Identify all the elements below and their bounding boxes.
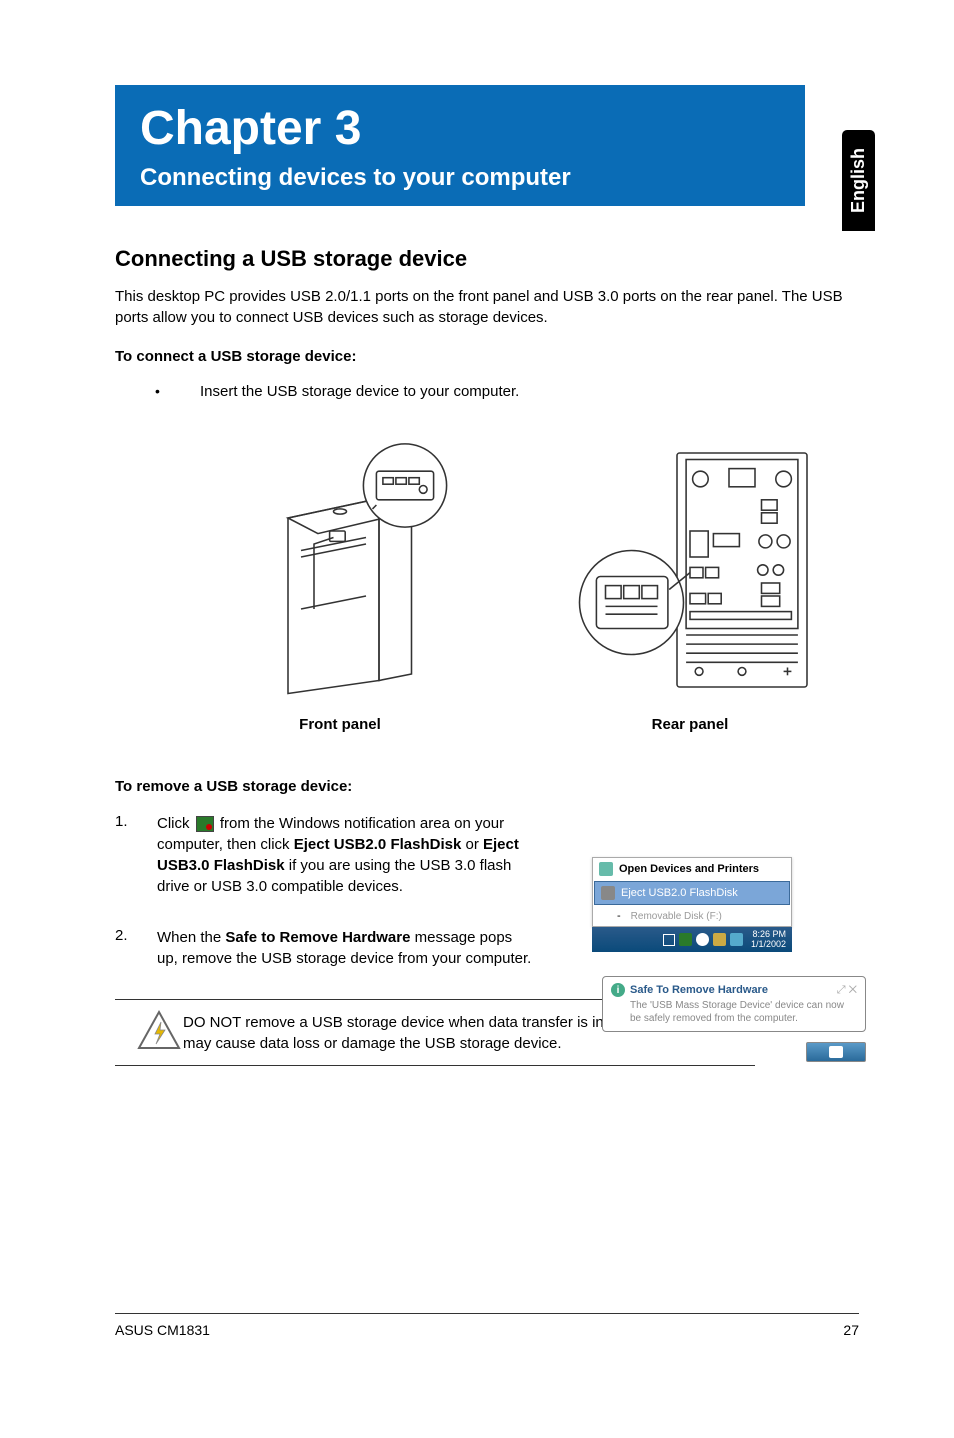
taskbar-volume-icon: [696, 933, 709, 946]
taskbar-clock: 8:26 PM 1/1/2002: [751, 930, 786, 950]
connect-bullet-list: Insert the USB storage device to your co…: [155, 383, 859, 400]
connect-heading: To connect a USB storage device:: [115, 348, 859, 365]
tray-eject-label: Eject USB2.0 FlashDisk: [621, 887, 738, 899]
balloon-title-row: i Safe To Remove Hardware: [611, 983, 768, 997]
step-2-text-a: When the: [157, 929, 225, 946]
section-title-connecting: Connecting a USB storage device: [115, 246, 859, 272]
taskbar-date: 1/1/2002: [751, 940, 786, 950]
taskbar-flag-icon: [713, 933, 726, 946]
tray-open-label: Open Devices and Printers: [619, 863, 759, 875]
step-1-text-c: or: [461, 836, 483, 853]
step-1-text-a: Click: [157, 815, 194, 832]
tray-open-devices: Open Devices and Printers: [593, 858, 791, 880]
connect-bullet-item: Insert the USB storage device to your co…: [155, 383, 859, 400]
step-1-number: 1.: [115, 813, 157, 897]
devices-printers-icon: [599, 862, 613, 876]
balloon-body: The 'USB Mass Storage Device' device can…: [611, 999, 857, 1025]
tray-removable-label: Removable Disk (F:): [627, 911, 722, 922]
step-2-content: When the Safe to Remove Hardware message…: [157, 927, 537, 969]
taskbar-remove-icon: [679, 933, 692, 946]
balloon-screenshot: i Safe To Remove Hardware ⤢ ✕ The 'USB M…: [602, 976, 866, 1032]
page-content: Chapter 3 Connecting devices to your com…: [0, 0, 954, 1066]
chapter-banner: Chapter 3 Connecting devices to your com…: [115, 85, 805, 206]
step-1-bold-1: Eject USB2.0 FlashDisk: [294, 836, 462, 853]
front-panel-figure: Front panel: [200, 430, 480, 733]
tray-popup: Open Devices and Printers Eject USB2.0 F…: [592, 857, 792, 927]
step-2-bold: Safe to Remove Hardware: [225, 929, 410, 946]
rear-panel-figure: Rear panel: [550, 430, 830, 733]
front-panel-image: [200, 430, 480, 710]
balloon-header: i Safe To Remove Hardware ⤢ ✕: [611, 983, 857, 997]
chapter-subtitle: Connecting devices to your computer: [140, 164, 780, 192]
panels-row: Front panel: [165, 430, 865, 733]
remove-heading: To remove a USB storage device:: [115, 778, 859, 795]
intro-text: This desktop PC provides USB 2.0/1.1 por…: [115, 286, 859, 328]
step-1-content: Click from the Windows notification area…: [157, 813, 537, 897]
tray-eject-row: Eject USB2.0 FlashDisk: [594, 881, 790, 905]
tray-screenshot: Open Devices and Printers Eject USB2.0 F…: [592, 857, 792, 952]
footer-left: ASUS CM1831: [115, 1322, 210, 1338]
language-tab: English: [842, 130, 875, 231]
footer-right: 27: [843, 1322, 859, 1338]
chapter-title: Chapter 3: [140, 101, 780, 156]
footer: ASUS CM1831 27: [115, 1313, 859, 1338]
balloon-tray-icon: [829, 1046, 843, 1058]
taskbar: 8:26 PM 1/1/2002: [592, 927, 792, 952]
usb-device-icon: [601, 886, 615, 900]
rear-panel-image: [550, 430, 830, 710]
taskbar-up-icon: [663, 934, 675, 946]
info-icon: i: [611, 983, 625, 997]
balloon-close-icons: ⤢ ✕: [837, 984, 857, 997]
balloon-tray: [806, 1042, 866, 1062]
rear-panel-caption: Rear panel: [652, 716, 729, 733]
taskbar-network-icon: [730, 933, 743, 946]
step-2-number: 2.: [115, 927, 157, 969]
lightning-icon: [135, 1008, 183, 1056]
tray-removable-row: - Removable Disk (F:): [593, 906, 791, 926]
safely-remove-icon: [196, 816, 214, 832]
front-panel-caption: Front panel: [299, 716, 381, 733]
balloon-title-text: Safe To Remove Hardware: [630, 984, 768, 996]
